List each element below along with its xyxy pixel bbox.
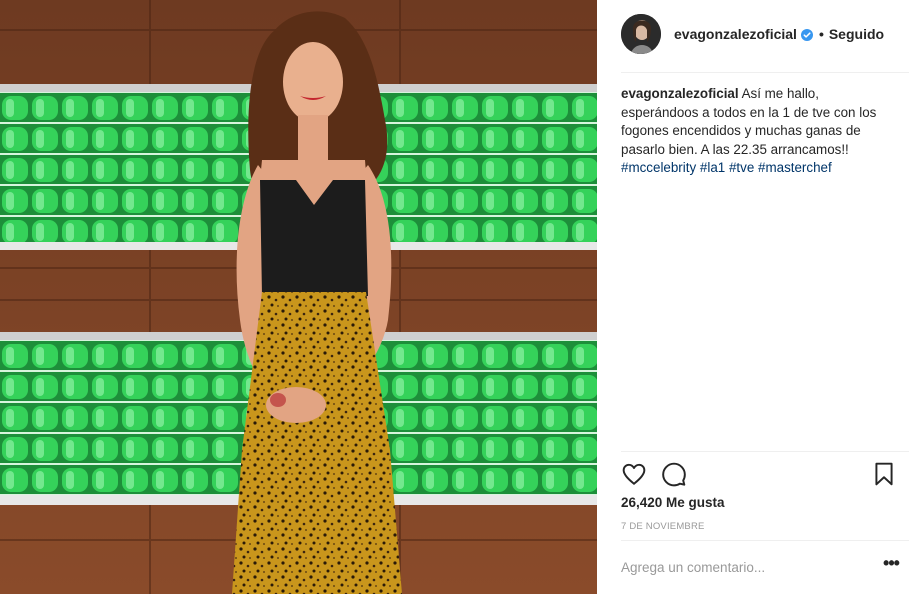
post-actions <box>621 461 897 487</box>
header-divider <box>621 72 909 73</box>
post-side-panel: evagonzalezoficial • Seguido evagonzalez… <box>597 0 909 594</box>
post-photo[interactable] <box>0 0 597 594</box>
heart-icon[interactable] <box>621 461 647 487</box>
header-separator: • <box>818 26 824 42</box>
verified-badge-icon <box>800 28 813 41</box>
hashtag-link[interactable]: #mccelebrity <box>621 160 696 175</box>
header-username[interactable]: evagonzalezoficial <box>674 26 797 42</box>
more-options-button[interactable]: ••• <box>873 553 909 582</box>
hashtag-link[interactable]: #la1 <box>700 160 725 175</box>
likes-count[interactable]: 26,420 Me gusta <box>621 495 725 510</box>
follow-button[interactable]: Seguido <box>829 26 884 42</box>
avatar[interactable] <box>621 14 661 54</box>
hashtag-link[interactable]: #masterchef <box>758 160 832 175</box>
post-header: evagonzalezoficial • Seguido <box>621 14 884 54</box>
bookmark-icon[interactable] <box>871 461 897 487</box>
comment-input[interactable] <box>621 560 873 575</box>
post-date: 7 DE NOVIEMBRE <box>621 521 705 532</box>
caption-hashtags: #mccelebrity #la1 #tve #masterchef <box>621 160 832 175</box>
caption-username[interactable]: evagonzalezoficial <box>621 86 739 101</box>
comment-icon[interactable] <box>661 461 687 487</box>
hashtag-link[interactable]: #tve <box>729 160 754 175</box>
comment-row: ••• <box>621 541 909 594</box>
actions-divider <box>621 451 909 452</box>
post-caption: evagonzalezoficial Así me hallo, esperán… <box>621 85 891 178</box>
